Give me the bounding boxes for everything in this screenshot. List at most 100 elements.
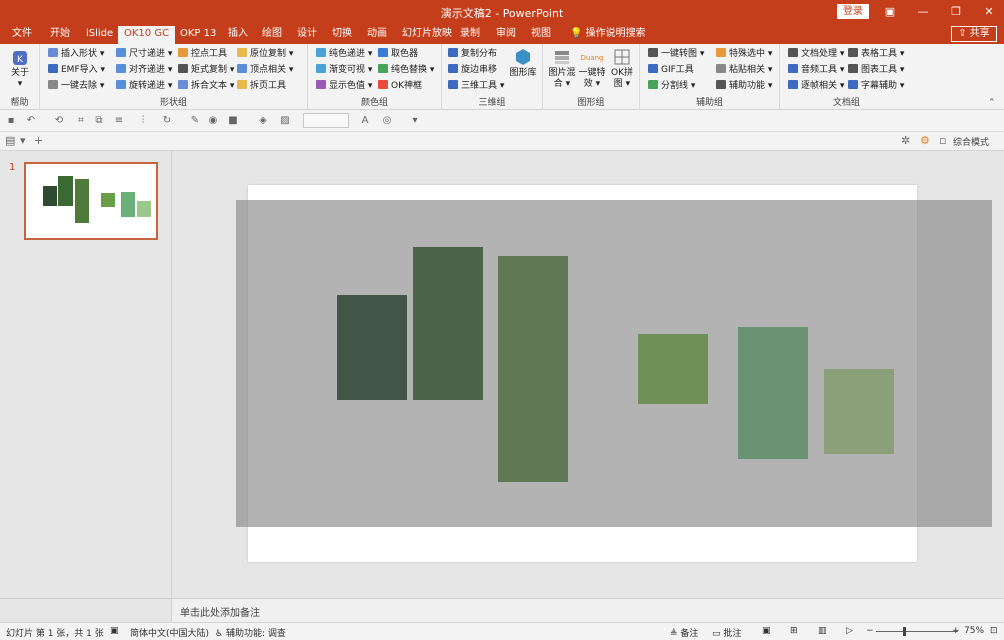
tab-ok10gc[interactable]: OK10 GC — [118, 26, 176, 44]
vertex-related-button[interactable]: 顶点相关 ▾ — [237, 63, 293, 77]
split-text-button[interactable]: 拆合文本 ▾ — [178, 79, 234, 93]
frame-related-button[interactable]: 逐帧相关 ▾ — [788, 79, 844, 93]
zoom-out-icon[interactable]: − — [866, 626, 874, 636]
rectangle-shape-5[interactable] — [738, 327, 808, 459]
format-painter-icon[interactable]: ⌗ — [74, 114, 88, 128]
font-color-icon[interactable]: A — [358, 114, 372, 128]
tab-draw[interactable]: 绘图 — [256, 26, 288, 44]
rectangle-shape-2[interactable] — [413, 247, 483, 400]
solid-replace-button[interactable]: 纯色替换 ▾ — [378, 63, 434, 77]
fit-slide-icon[interactable]: ⊡ — [990, 626, 998, 636]
tab-animations[interactable]: 动画 — [361, 26, 393, 44]
slideshow-view-icon[interactable]: ▷ — [846, 626, 853, 636]
tab-home[interactable]: 开始 — [44, 26, 76, 44]
collapse-ribbon-icon[interactable]: ⌃ — [988, 98, 996, 108]
rectangle-shape-4[interactable] — [638, 334, 708, 404]
rotate-icon[interactable]: ↻ — [160, 114, 174, 128]
minimize-icon[interactable]: — — [912, 2, 934, 22]
maximize-icon[interactable]: ❐ — [945, 2, 967, 22]
accessibility-status[interactable]: ♿ 辅助功能: 调查 — [215, 626, 286, 639]
panel-icon[interactable]: ▤ — [5, 134, 15, 147]
tab-slideshow[interactable]: 幻灯片放映 — [396, 26, 458, 44]
gradient-visual-button[interactable]: 渐变可视 ▾ — [316, 63, 372, 77]
undo-icon[interactable]: ↶ — [24, 114, 38, 128]
edge-shift-button[interactable]: 旋边串移 — [448, 63, 497, 77]
show-color-value-button[interactable]: 显示色值 ▾ — [316, 79, 372, 93]
slide-thumbnail[interactable] — [24, 162, 158, 240]
settings-tool-icon[interactable]: ✲ — [901, 134, 910, 147]
tab-design[interactable]: 设计 — [291, 26, 323, 44]
matrix-copy-button[interactable]: 矩式复制 ▾ — [178, 63, 234, 77]
tab-okp13[interactable]: OKP 13 — [174, 26, 222, 44]
dropdown-icon[interactable]: ▾ — [20, 134, 26, 147]
mode-label[interactable]: 综合模式 — [953, 135, 989, 148]
doc-process-button[interactable]: 文档处理 ▾ — [788, 47, 844, 61]
comments-toggle[interactable]: ▭ 批注 — [712, 626, 741, 639]
customize-qat-icon[interactable]: ▾ — [408, 114, 422, 128]
shape-library-button[interactable]: 图形库 — [508, 48, 538, 79]
chart-tool-button[interactable]: 图表工具 ▾ — [848, 63, 904, 77]
image-blend-button[interactable]: 图片混合 ▾ — [547, 48, 577, 90]
ok-puzzle-button[interactable]: OK拼图 ▾ — [607, 48, 637, 90]
emf-import-button[interactable]: EMF导入 ▾ — [48, 63, 105, 77]
distribute-icon[interactable]: ⫶ — [136, 114, 150, 128]
language-label[interactable]: 简体中文(中国大陆) — [130, 626, 209, 639]
notes-toggle[interactable]: ≜ 备注 — [670, 626, 698, 639]
font-size-box[interactable] — [303, 113, 349, 128]
one-key-effect-button[interactable]: Duang 一键特效 ▾ — [577, 48, 607, 90]
paste-related-button[interactable]: 粘贴相关 ▾ — [716, 63, 772, 77]
copy-distribute-button[interactable]: 复制分布 — [448, 47, 497, 61]
one-key-remove-button[interactable]: 一键去除 ▾ — [48, 79, 104, 93]
subtitle-assist-button[interactable]: 字幕辅助 ▾ — [848, 79, 904, 93]
ribbon-display-icon[interactable]: ▣ — [879, 2, 901, 22]
tab-record[interactable]: 录制 — [454, 26, 486, 44]
tell-me-search[interactable]: 💡 操作说明搜索 — [564, 26, 652, 44]
shape-fill-icon[interactable]: ■ — [226, 114, 240, 128]
ok-frame-button[interactable]: OK神框 — [378, 79, 422, 93]
align-icon[interactable]: ≡ — [112, 114, 126, 128]
rectangle-shape-3[interactable] — [498, 256, 568, 482]
paint-bucket-icon[interactable]: ◈ — [256, 114, 270, 128]
one-key-to-image-button[interactable]: 一键转图 ▾ — [648, 47, 704, 61]
tab-insert[interactable]: 插入 — [222, 26, 254, 44]
in-place-copy-button[interactable]: 原位复制 ▾ — [237, 47, 293, 61]
tab-islide[interactable]: iSlide — [80, 26, 119, 44]
copy-icon[interactable]: ⧉ — [92, 114, 106, 128]
3d-tool-button[interactable]: 三维工具 ▾ — [448, 79, 504, 93]
rotate-progress-button[interactable]: 旋转递进 ▾ — [116, 79, 172, 93]
gif-tool-button[interactable]: GIF工具 — [648, 63, 694, 77]
zoom-in-icon[interactable]: + — [952, 626, 960, 636]
login-button[interactable]: 登录 — [837, 4, 869, 19]
table-tool-button[interactable]: 表格工具 ▾ — [848, 47, 904, 61]
audio-tool-button[interactable]: 音频工具 ▾ — [788, 63, 844, 77]
tab-review[interactable]: 审阅 — [490, 26, 522, 44]
size-progress-button[interactable]: 尺寸递进 ▾ — [116, 47, 172, 61]
zoom-level[interactable]: 75% — [964, 626, 984, 636]
fill-icon[interactable]: ◉ — [206, 114, 220, 128]
insert-shape-button[interactable]: 插入形状 ▾ — [48, 47, 104, 61]
tab-view[interactable]: 视图 — [525, 26, 557, 44]
add-icon[interactable]: + — [34, 134, 43, 147]
rectangle-shape-1[interactable] — [337, 295, 407, 400]
assist-function-button[interactable]: 辅助功能 ▾ — [716, 79, 772, 93]
picture-icon[interactable]: ▨ — [278, 114, 292, 128]
tab-transitions[interactable]: 切换 — [326, 26, 358, 44]
control-point-tool-button[interactable]: 控点工具 — [178, 47, 227, 61]
close-icon[interactable]: ✕ — [978, 2, 1000, 22]
about-button[interactable]: K 关于 ▾ — [4, 50, 36, 90]
notes-pane[interactable]: 单击此处添加备注 — [172, 598, 1004, 622]
align-progress-button[interactable]: 对齐递进 ▾ — [116, 63, 172, 77]
special-select-button[interactable]: 特殊选中 ▾ — [716, 47, 772, 61]
rectangle-shape-6[interactable] — [824, 369, 894, 454]
slide-sorter-icon[interactable]: ⊞ — [790, 626, 798, 636]
save-icon[interactable]: ▪ — [4, 114, 18, 128]
normal-view-icon[interactable]: ▣ — [762, 626, 771, 636]
eyedropper-icon[interactable]: ✎ — [188, 114, 202, 128]
zoom-slider[interactable] — [876, 631, 958, 632]
zoom-slider-thumb[interactable] — [903, 627, 906, 636]
share-button[interactable]: ⇪ 共享 — [951, 26, 997, 42]
effects-icon[interactable]: ◎ — [380, 114, 394, 128]
gear-icon[interactable]: ⚙ — [920, 134, 930, 147]
spell-check-icon[interactable]: ▣ — [110, 626, 119, 636]
split-page-tool-button[interactable]: 拆页工具 — [237, 79, 286, 93]
